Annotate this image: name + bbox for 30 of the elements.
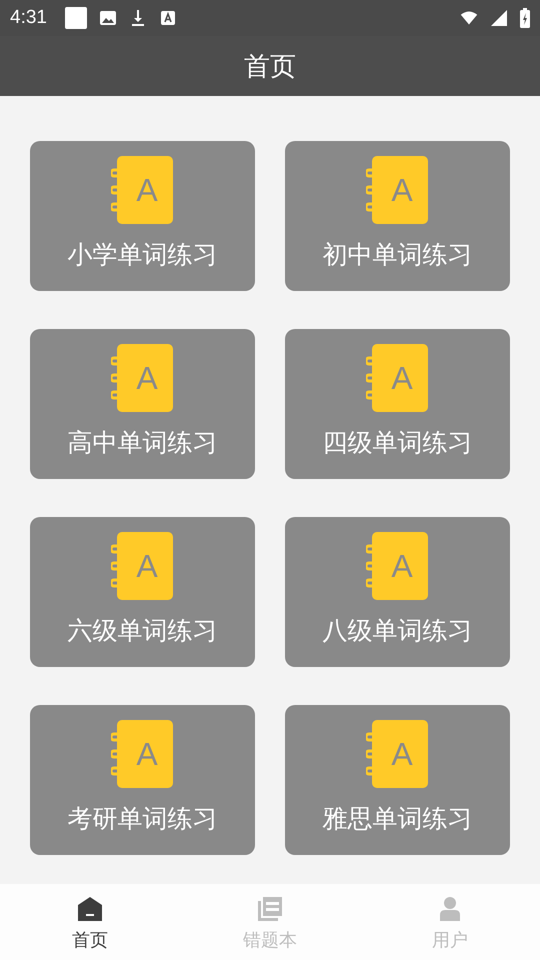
card-label: 四级单词练习: [322, 428, 472, 458]
word-practice-card[interactable]: A 高中单词练习: [30, 329, 255, 479]
card-label: 小学单词练习: [68, 240, 218, 270]
word-practice-card[interactable]: A 初中单词练习: [285, 141, 510, 291]
battery-icon: [520, 8, 530, 28]
nav-tab[interactable]: 用户: [360, 884, 540, 960]
user-icon: [437, 896, 463, 922]
home-icon: [77, 896, 103, 922]
card-label: 八级单词练习: [322, 616, 472, 646]
word-practice-card[interactable]: A 八级单词练习: [285, 517, 510, 667]
page-title: 首页: [244, 50, 296, 84]
status-time: 4:31: [10, 7, 47, 29]
nav-tab[interactable]: 首页: [0, 884, 180, 960]
card-label: 初中单词练习: [322, 240, 472, 270]
word-practice-card[interactable]: A 雅思单词练习: [285, 705, 510, 855]
word-practice-card[interactable]: A 考研单词练习: [30, 705, 255, 855]
signal-icon: [490, 9, 508, 27]
image-icon: [98, 9, 117, 27]
wifi-icon: [460, 9, 478, 27]
nav-tab[interactable]: 错题本: [180, 884, 360, 960]
card-label: 雅思单词练习: [322, 804, 472, 834]
notification-icon: [158, 9, 177, 27]
word-practice-card[interactable]: A 六级单词练习: [30, 517, 255, 667]
notebook-stack-icon: [257, 896, 283, 922]
word-practice-card[interactable]: A 四级单词练习: [285, 329, 510, 479]
notification-icon: [64, 7, 87, 29]
card-label: 高中单词练习: [68, 428, 218, 458]
card-label: 六级单词练习: [68, 616, 218, 646]
word-practice-card[interactable]: A 小学单词练习: [30, 141, 255, 291]
card-label: 考研单词练习: [68, 804, 218, 834]
